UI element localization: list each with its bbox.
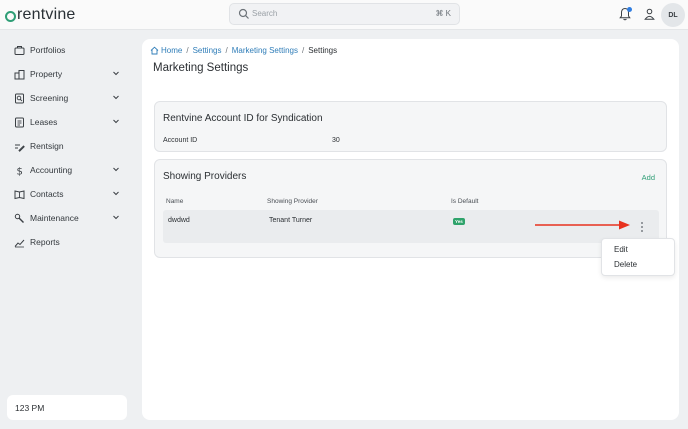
sidebar-item-reports[interactable]: Reports <box>14 233 126 251</box>
wrench-icon <box>14 213 24 223</box>
breadcrumb: Home / Settings / Marketing Settings / S… <box>150 46 337 55</box>
breadcrumb-separator: / <box>225 46 228 55</box>
column-header-default: Is Default <box>451 198 479 205</box>
chevron-down-icon <box>113 95 119 100</box>
row-actions-menu: Edit Delete <box>601 238 675 276</box>
sidebar-item-accounting[interactable]: $ Accounting <box>14 161 126 179</box>
logo-mark-icon <box>5 10 16 22</box>
breadcrumb-current: Settings <box>308 46 338 55</box>
top-bar: rentvine Search ⌘ K DL <box>0 0 688 30</box>
sidebar-item-maintenance[interactable]: Maintenance <box>14 209 126 227</box>
column-header-provider: Showing Provider <box>267 198 318 205</box>
clock-widget: 123 PM <box>7 395 127 420</box>
home-icon <box>150 46 159 55</box>
account-id-label: Account ID <box>163 137 198 144</box>
screening-icon <box>15 93 24 103</box>
syndication-card: Rentvine Account ID for Syndication Acco… <box>154 101 667 152</box>
svg-text:$: $ <box>17 166 23 176</box>
avatar[interactable]: DL <box>661 3 685 27</box>
showing-providers-card: Showing Providers Add Name Showing Provi… <box>154 159 667 258</box>
search-placeholder: Search <box>252 9 278 18</box>
page-title: Marketing Settings <box>153 62 249 74</box>
sidebar-item-contacts[interactable]: Contacts <box>14 185 126 203</box>
rentvine-logo[interactable]: rentvine <box>5 6 76 24</box>
add-provider-button[interactable]: Add <box>642 173 655 182</box>
sidebar-item-leases[interactable]: Leases <box>14 113 126 131</box>
sidebar-item-label: Leases <box>30 117 58 127</box>
edit-menu-item[interactable]: Edit <box>614 245 628 254</box>
sidebar-item-portfolios[interactable]: Portfolios <box>14 41 126 59</box>
breadcrumb-marketing-settings[interactable]: Marketing Settings <box>232 46 298 55</box>
chart-icon <box>14 239 25 247</box>
sidebar: Portfolios Property Screening Leases Ren… <box>0 31 134 429</box>
breadcrumb-settings[interactable]: Settings <box>193 46 222 55</box>
provider-cell: Tenant Turner <box>269 217 313 224</box>
showing-providers-title: Showing Providers <box>163 171 247 182</box>
annotation-arrow-icon <box>535 220 630 230</box>
property-icon <box>14 69 25 79</box>
portfolio-icon <box>14 45 25 55</box>
chevron-down-icon <box>113 215 119 220</box>
sidebar-item-label: Accounting <box>30 165 73 175</box>
sidebar-item-property[interactable]: Property <box>14 65 126 83</box>
breadcrumb-separator: / <box>186 46 189 55</box>
breadcrumb-separator: / <box>301 46 305 55</box>
chevron-down-icon <box>113 191 119 196</box>
chevron-down-icon <box>113 167 119 172</box>
dollar-icon: $ <box>17 166 23 176</box>
sidebar-item-label: Screening <box>30 93 69 103</box>
leases-icon <box>15 117 24 127</box>
search-icon <box>238 8 249 19</box>
sidebar-item-label: Maintenance <box>30 213 79 223</box>
rentsign-icon <box>15 144 25 152</box>
search-input[interactable]: Search ⌘ K <box>229 3 460 25</box>
sidebar-item-label: Property <box>30 69 63 79</box>
breadcrumb-home[interactable]: Home <box>161 46 182 55</box>
chevron-down-icon <box>113 71 119 76</box>
column-header-name: Name <box>166 198 184 205</box>
logo-text: rentvine <box>17 6 76 23</box>
sidebar-item-label: Rentsign <box>30 141 64 151</box>
sidebar-item-label: Contacts <box>30 189 64 199</box>
sidebar-item-rentsign[interactable]: Rentsign <box>14 137 126 155</box>
notification-dot <box>627 7 632 12</box>
default-badge: Yes <box>453 218 465 225</box>
syndication-card-title: Rentvine Account ID for Syndication <box>163 113 323 124</box>
delete-menu-item[interactable]: Delete <box>614 260 637 269</box>
contacts-icon <box>14 189 25 199</box>
search-shortcut: ⌘ K <box>435 9 451 18</box>
sidebar-item-label: Reports <box>30 237 60 247</box>
more-actions-icon[interactable] <box>639 221 645 233</box>
chevron-down-icon <box>113 119 119 124</box>
provider-name-cell: dwdwd <box>168 217 190 224</box>
user-icon[interactable] <box>644 8 655 20</box>
sidebar-item-label: Portfolios <box>30 45 66 55</box>
account-id-value: 30 <box>332 137 340 144</box>
sidebar-item-screening[interactable]: Screening <box>14 89 126 107</box>
